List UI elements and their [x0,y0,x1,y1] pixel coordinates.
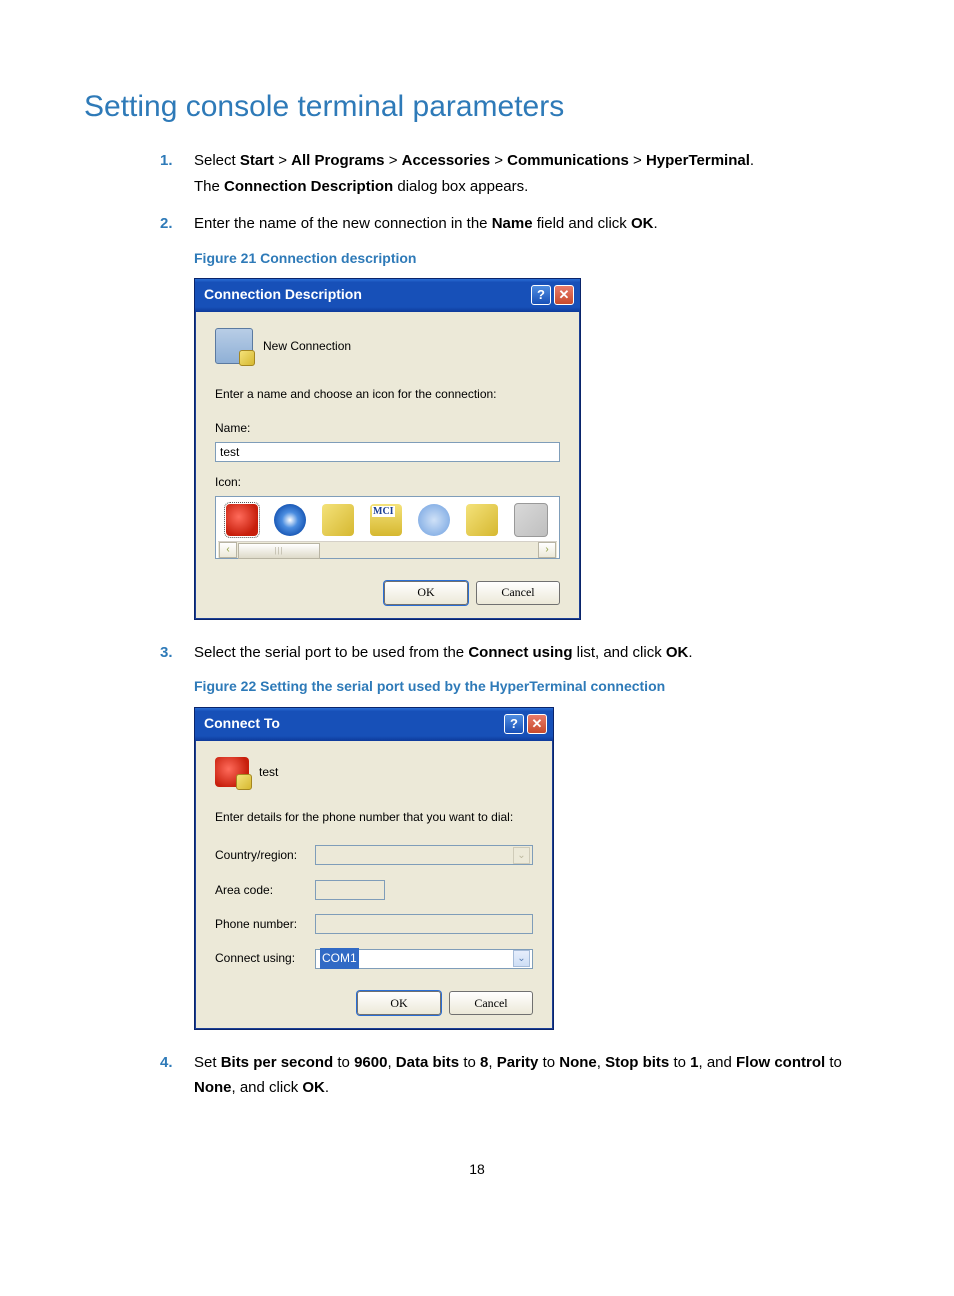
scroll-thumb[interactable]: ||| [238,543,320,559]
dialog1-titlebar: Connection Description ? ✕ [195,279,580,312]
connect-using-label: Connect using: [215,948,307,968]
close-icon[interactable]: ✕ [527,714,547,734]
step-1-line2: The Connection Description dialog box ap… [194,178,528,195]
country-select[interactable]: ⌄ [315,845,533,865]
step-1-num: 1. [160,148,173,174]
chevron-down-icon: ⌄ [513,950,530,967]
phone-number-label: Phone number: [215,914,307,934]
modem-icon[interactable] [322,504,354,536]
area-code-input[interactable] [315,880,385,900]
scroll-right-icon[interactable]: › [538,542,556,558]
dialog2-title: Connect To [204,712,504,736]
page-number: 18 [84,1161,870,1177]
country-label: Country/region: [215,845,307,865]
step-3: 3. Select the serial port to be used fro… [194,640,870,1030]
step-1-line1: Select Start > All Programs > Accessorie… [194,152,754,169]
dialog1-subtitle: New Connection [263,336,351,356]
scroll-left-icon[interactable]: ‹ [219,542,237,558]
area-code-label: Area code: [215,880,307,900]
figure-21-caption: Figure 21 Connection description [194,247,870,271]
cancel-button[interactable]: Cancel [449,991,533,1015]
dialog2-subtitle: test [259,762,278,782]
ok-button[interactable]: OK [384,581,468,605]
phone-icon[interactable] [226,504,258,536]
dialog1-prompt: Enter a name and choose an icon for the … [215,384,560,404]
ok-button[interactable]: OK [357,991,441,1015]
icon-scrollbar[interactable]: ‹ ||| › [218,541,557,558]
figure-22-caption: Figure 22 Setting the serial port used b… [194,675,870,699]
close-icon[interactable]: ✕ [554,285,574,305]
dialog1-title: Connection Description [204,283,531,307]
step-4-text: Set Bits per second to 9600, Data bits t… [194,1054,842,1097]
help-icon[interactable]: ? [504,714,524,734]
dialog2-prompt: Enter details for the phone number that … [215,807,533,827]
step-4-num: 4. [160,1050,173,1076]
icon-picker[interactable]: ‹ ||| › [215,496,560,559]
step-2: 2. Enter the name of the new connection … [194,211,870,620]
connection-description-dialog: Connection Description ? ✕ New Connectio… [194,278,581,619]
connect-using-value: COM1 [320,948,359,968]
pages-icon[interactable] [466,504,498,536]
section-heading: Setting console terminal parameters [84,90,870,124]
monitor-icon [215,328,253,364]
cancel-button[interactable]: Cancel [476,581,560,605]
phone-icon [215,757,249,787]
chevron-down-icon: ⌄ [513,847,530,864]
step-3-num: 3. [160,640,173,666]
dialog2-titlebar: Connect To ? ✕ [195,708,553,741]
name-input[interactable] [215,442,560,462]
step-2-num: 2. [160,211,173,237]
globe-icon[interactable] [274,504,306,536]
name-label: Name: [215,418,560,438]
telephone-icon[interactable] [514,503,548,537]
mci-icon[interactable] [370,504,402,536]
phone-number-input[interactable] [315,914,533,934]
connect-using-select[interactable]: COM1 ⌄ [315,949,533,969]
step-4: 4. Set Bits per second to 9600, Data bit… [194,1050,870,1101]
connect-to-dialog: Connect To ? ✕ test Enter details for th… [194,707,554,1030]
step-1: 1. Select Start > All Programs > Accesso… [194,148,870,199]
icon-label: Icon: [215,472,560,492]
att-icon[interactable] [418,504,450,536]
help-icon[interactable]: ? [531,285,551,305]
